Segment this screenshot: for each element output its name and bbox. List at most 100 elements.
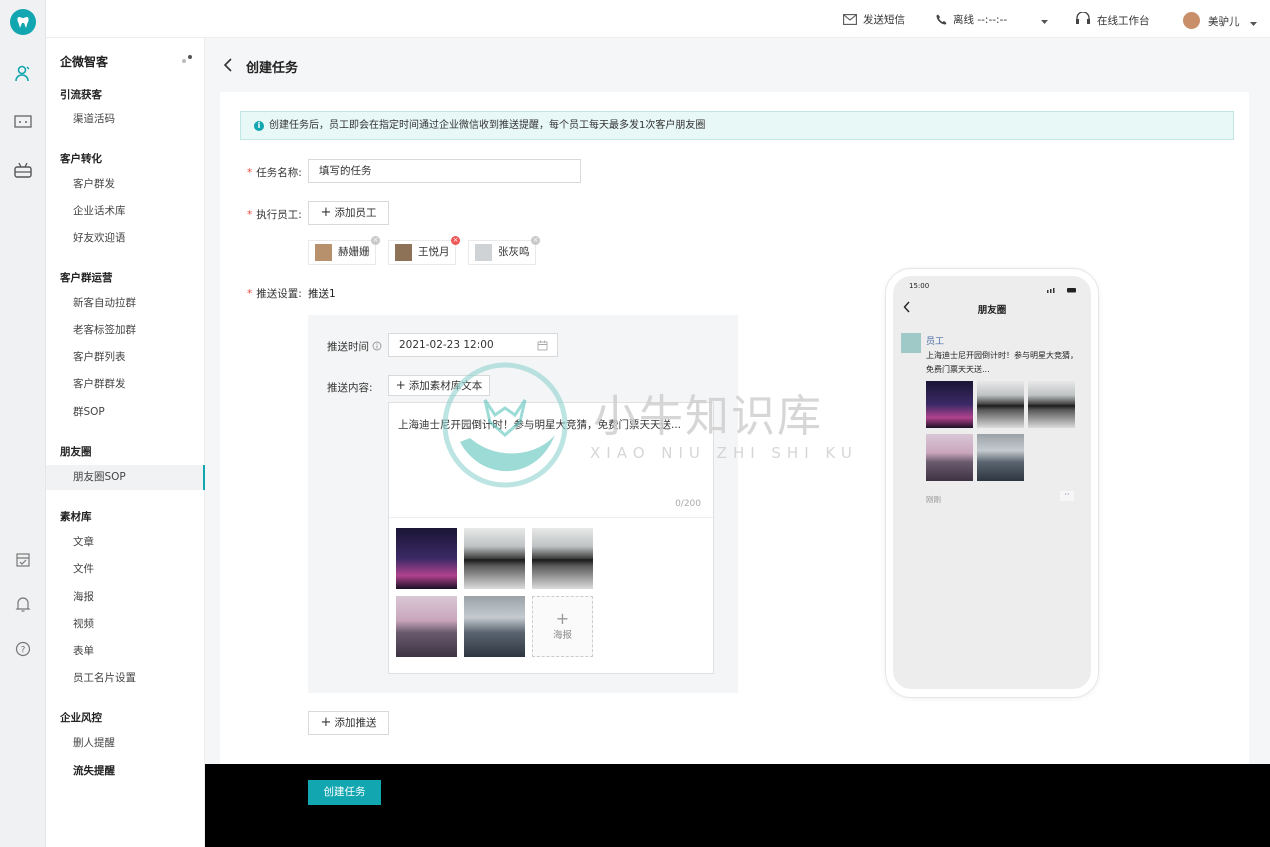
menu-item-channel-code[interactable]: 渠道活码 [46, 107, 205, 132]
add-poster-button[interactable]: + 海报 [532, 596, 593, 657]
phone-time: 15:00 [909, 282, 930, 290]
plus-icon: + [320, 205, 332, 220]
icon-rail: ? [0, 0, 46, 847]
info-notice: i 创建任务后，员工即会在指定时间通过企业微信收到推送提醒，每个员工每天最多发1… [240, 111, 1234, 140]
menu-item-welcome-msg[interactable]: 好友欢迎语 [46, 226, 205, 251]
calendar-icon[interactable] [13, 550, 33, 570]
online-workbench-label: 在线工作台 [1097, 15, 1150, 27]
notice-text: 创建任务后，员工即会在指定时间通过企业微信收到推送提醒，每个员工每天最多发1次客… [269, 120, 706, 131]
phone-screen: 15:00 朋友圈 员工 上海迪士尼开园倒计时！参与明星大竞猜， 免费门票天天送… [893, 276, 1091, 689]
menu-item-delete-alert[interactable]: 删人提醒 [46, 731, 205, 756]
phone-icon [936, 14, 947, 25]
add-staff-button[interactable]: + 添加员工 [308, 201, 389, 225]
menu-group-moments: 朋友圈 [60, 446, 92, 458]
phone-dropdown-icon[interactable] [1040, 14, 1055, 26]
phone-status-icons [1043, 283, 1077, 293]
push-settings-label: * 推送设置: [247, 288, 302, 300]
menu-group-risk: 企业风控 [60, 712, 102, 724]
menu-item-group-list[interactable]: 客户群列表 [46, 345, 205, 370]
send-sms-button[interactable]: 发送短信 [843, 12, 905, 27]
menu-item-script-library[interactable]: 企业话术库 [46, 199, 205, 224]
staff-chip[interactable]: 张灰鸣 × [468, 236, 540, 265]
menu-group-materials: 素材库 [60, 511, 92, 523]
preview-image [926, 381, 973, 428]
divider [389, 517, 713, 518]
staff-chip[interactable]: 王悦月 × [388, 236, 460, 265]
plus-icon: + [395, 378, 406, 392]
robot-icon[interactable] [13, 160, 33, 180]
phone-status[interactable]: 离线 --:--:-- [936, 12, 1007, 27]
menu-item-auto-group[interactable]: 新客自动拉群 [46, 291, 205, 316]
info-circle-icon [372, 341, 382, 351]
char-count: 0/200 [675, 499, 701, 509]
staff-name: 王悦月 [418, 246, 450, 258]
push-time-picker[interactable]: 2021-02-23 12:00 [388, 333, 558, 357]
task-name-input[interactable]: 填写的任务 [308, 159, 581, 183]
menu-item-file[interactable]: 文件 [46, 557, 205, 582]
preview-image [926, 434, 973, 481]
collapse-icon[interactable] [180, 52, 194, 66]
menu-item-staff-card[interactable]: 员工名片设置 [46, 666, 205, 691]
preview-avatar [901, 333, 921, 353]
menu-item-moments-sop[interactable]: 朋友圈SOP [46, 465, 205, 490]
staff-label: * 执行员工: [247, 209, 302, 221]
mail-icon [843, 14, 857, 25]
menu-title: 企微智客 [60, 55, 109, 69]
preview-image [977, 434, 1024, 481]
staff-name: 赫姗姗 [338, 246, 370, 258]
plus-icon: + [320, 715, 332, 730]
push-tab[interactable]: 推送1 [308, 286, 336, 301]
add-push-button[interactable]: + 添加推送 [308, 711, 389, 735]
staff-avatar [395, 244, 412, 261]
preview-text-line: 上海迪士尼开园倒计时！参与明星大竞猜， [926, 351, 1078, 360]
user-dropdown-icon [1249, 22, 1257, 26]
image-thumbnail[interactable] [464, 528, 525, 589]
staff-avatar [475, 244, 492, 261]
image-thumbnail[interactable] [532, 528, 593, 589]
svg-text:?: ? [21, 646, 26, 656]
watermark-logo-icon [442, 362, 568, 488]
plus-icon: + [555, 609, 570, 628]
create-task-button[interactable]: 创建任务 [308, 780, 381, 805]
preview-poster-name: 员工 [926, 337, 945, 347]
push-content-label: 推送内容: [327, 382, 373, 394]
send-sms-label: 发送短信 [863, 14, 905, 26]
menu-item-form[interactable]: 表单 [46, 639, 205, 664]
menu-item-group-sop[interactable]: 群SOP [46, 400, 205, 425]
menu-item-tag-group[interactable]: 老客标签加群 [46, 318, 205, 343]
back-icon[interactable] [222, 57, 234, 73]
menu-item-article[interactable]: 文章 [46, 530, 205, 555]
menu-item-churn-alert[interactable]: 流失提醒 [46, 759, 205, 784]
remove-staff-icon[interactable]: × [531, 236, 540, 245]
menu-item-group-mass-send[interactable]: 客户群群发 [46, 372, 205, 397]
online-workbench-button[interactable]: 在线工作台 [1075, 11, 1150, 28]
push-time-value: 2021-02-23 12:00 [399, 339, 494, 351]
help-icon[interactable]: ? [13, 639, 33, 659]
image-thumbnail[interactable] [396, 596, 457, 657]
headset-icon [1076, 11, 1090, 24]
preview-text-line: 免费门票天天送... [926, 365, 990, 374]
side-menu: 企微智客 引流获客 渠道活码 客户转化 客户群发 企业话术库 好友欢迎语 客户群… [46, 0, 205, 847]
bell-icon[interactable] [13, 594, 33, 614]
calendar-icon [537, 340, 548, 351]
staff-name: 张灰鸣 [498, 246, 530, 258]
menu-group-conversion: 客户转化 [60, 153, 102, 165]
image-thumbnail[interactable] [396, 528, 457, 589]
bottom-action-bar [205, 764, 1270, 847]
message-icon[interactable] [13, 112, 33, 132]
phone-status-label: 离线 --:--:-- [953, 14, 1008, 26]
menu-item-video[interactable]: 视频 [46, 612, 205, 637]
staff-chip[interactable]: 赫姗姗 × [308, 236, 380, 265]
menu-item-poster[interactable]: 海报 [46, 585, 205, 610]
app-logo[interactable] [10, 9, 36, 35]
image-thumbnail[interactable] [464, 596, 525, 657]
menu-item-mass-send[interactable]: 客户群发 [46, 172, 205, 197]
customer-icon[interactable] [13, 64, 33, 84]
remove-staff-icon[interactable]: × [451, 236, 460, 245]
menu-group-group-ops: 客户群运营 [60, 272, 113, 284]
staff-avatar [315, 244, 332, 261]
remove-staff-icon[interactable]: × [371, 236, 380, 245]
preview-title: 朋友圈 [977, 305, 1007, 316]
user-menu[interactable]: 美驴儿 [1183, 12, 1258, 29]
push-time-label: 推送时间 [327, 339, 382, 354]
